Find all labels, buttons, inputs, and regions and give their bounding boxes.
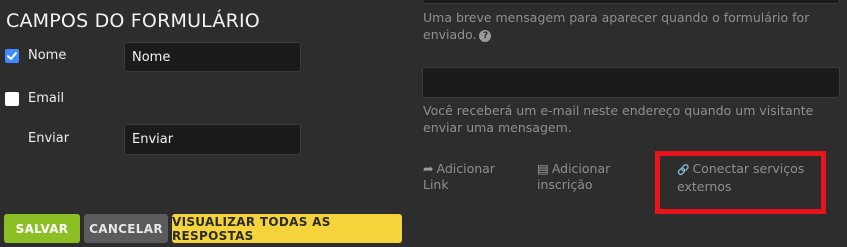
save-button[interactable]: SALVAR xyxy=(4,214,80,243)
highlight-box xyxy=(655,151,826,214)
help-icon[interactable]: ? xyxy=(479,30,492,42)
success-message-help: Uma breve mensagem para aparecer quando … xyxy=(423,9,833,43)
email-label: Email xyxy=(28,91,65,106)
enviar-input-value: Enviar xyxy=(132,132,174,147)
nome-label: Nome xyxy=(28,48,67,63)
email-input[interactable] xyxy=(422,67,840,98)
success-message-input[interactable] xyxy=(422,0,840,4)
nome-checkbox[interactable] xyxy=(5,49,19,63)
enviar-input[interactable]: Enviar xyxy=(124,124,301,155)
add-link-label: Adicionar Link xyxy=(423,161,495,192)
nome-input-value: Nome xyxy=(132,49,171,65)
nome-input[interactable]: Nome xyxy=(124,42,301,72)
cancel-button[interactable]: CANCELAR xyxy=(84,214,168,243)
checkmark-icon xyxy=(7,52,17,60)
add-subscription-action[interactable]: ▤ Adicionar inscrição xyxy=(537,161,637,193)
email-checkbox[interactable] xyxy=(5,92,19,106)
section-title: CAMPOS DO FORMULÁRIO xyxy=(6,10,260,32)
view-all-responses-button[interactable]: VISUALIZAR TODAS AS RESPOSTAS xyxy=(172,214,402,243)
share-arrow-icon: ➦ xyxy=(423,161,434,176)
enviar-label: Enviar xyxy=(28,131,70,146)
list-icon: ▤ xyxy=(537,161,549,176)
add-link-action[interactable]: ➦ Adicionar Link xyxy=(423,161,523,193)
email-help: Você receberá um e-mail neste endereço q… xyxy=(423,103,814,135)
